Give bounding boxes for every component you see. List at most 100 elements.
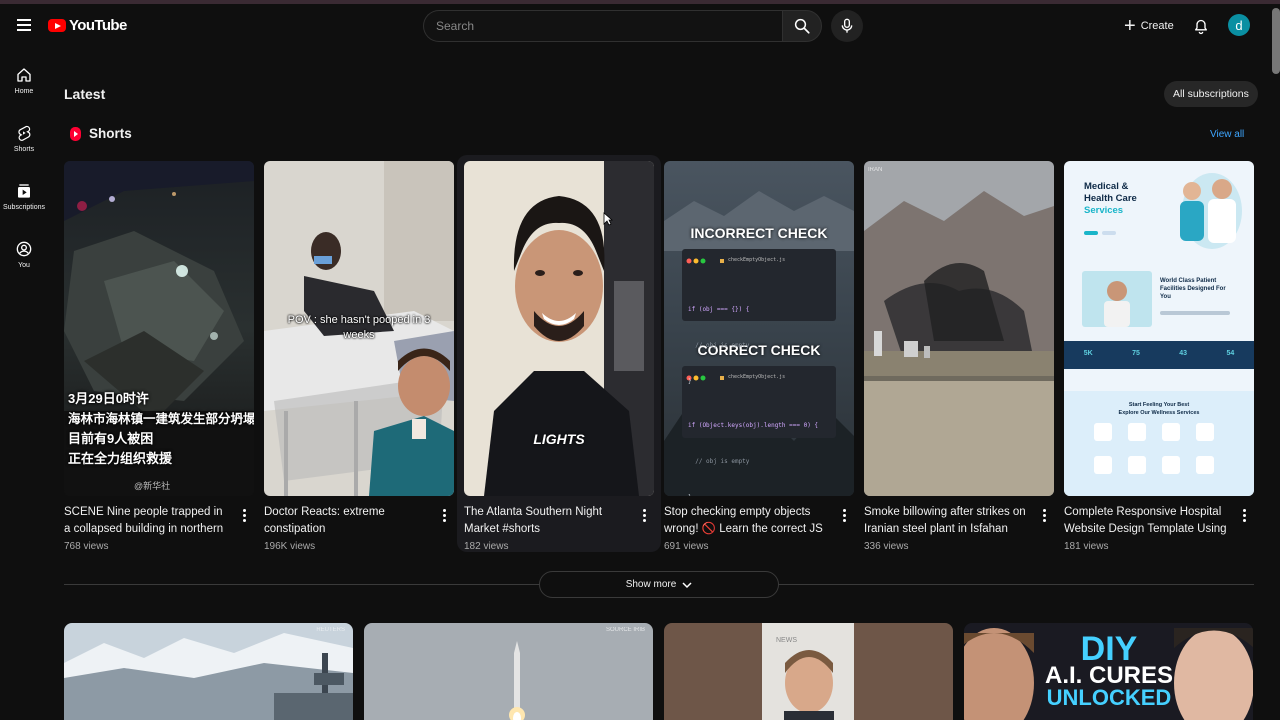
create-label: Create <box>1140 20 1174 32</box>
short-views: 181 views <box>1064 541 1109 552</box>
short-thumbnail[interactable]: INCORRECT CHECK CORRECT CHECK checkEmpty… <box>664 161 854 496</box>
microphone-icon <box>841 18 853 33</box>
more-actions-icon[interactable] <box>1238 506 1250 524</box>
guide-item-home[interactable]: Home <box>0 58 48 116</box>
short-title[interactable]: Doctor Reacts: extreme constipation <box>264 504 432 538</box>
more-actions-icon[interactable] <box>1038 506 1050 524</box>
short-thumbnail[interactable]: 3月29日0时许 海林市海林镇一建筑发生部分坍塌 目前有9人被困 正在全力组织救… <box>64 161 254 496</box>
guide-label: Shorts <box>13 146 35 153</box>
masthead: YouTube + Create d <box>0 4 1280 50</box>
short-thumbnail[interactable]: IRAN <box>864 161 1054 496</box>
short-title[interactable]: Stop checking empty objects wrong! 🚫 Lea… <box>664 504 832 538</box>
video-thumbnail[interactable]: NEWS <box>664 623 953 720</box>
short-views: 768 views <box>64 541 109 552</box>
search-button[interactable] <box>782 10 822 42</box>
shorts-shelf-title: Shorts <box>89 126 132 141</box>
bell-icon <box>1195 19 1207 34</box>
youtube-logo[interactable]: YouTube <box>48 17 127 34</box>
menu-icon[interactable] <box>12 14 36 38</box>
video-title-overlay: UNLOCKED <box>1046 685 1172 711</box>
short-meta: Complete Responsive Hospital Website Des… <box>1064 504 1254 552</box>
mockup-section-title: Explore Our Wellness Services <box>1118 410 1200 416</box>
guide-label: Subscriptions <box>2 204 46 211</box>
mockup-subheading: World Class Patient <box>1160 278 1217 284</box>
more-actions-icon[interactable] <box>438 506 450 524</box>
video-thumbnail[interactable]: DIY A.I. CURES UNLOCKED <box>964 623 1253 720</box>
short-card: 3月29日0时许 海林市海林镇一建筑发生部分坍塌 目前有9人被困 正在全力组织救… <box>64 161 254 552</box>
thumbnail-overlay-text: 3月29日0时许 <box>68 391 149 406</box>
short-title[interactable]: Smoke billowing after strikes on Iranian… <box>864 504 1032 538</box>
short-title[interactable]: The Atlanta Southern Night Market #short… <box>464 504 632 538</box>
video-title-overlay: DIY <box>1080 630 1138 668</box>
code-line: // obj is empty <box>688 458 750 465</box>
short-views: 196K views <box>264 541 316 552</box>
short-meta: Stop checking empty objects wrong! 🚫 Lea… <box>664 504 854 552</box>
short-thumbnail[interactable]: Medical & Health Care Services World Cla… <box>1064 161 1254 496</box>
short-thumbnail[interactable]: POV : she hasn't pooped in 3 weeks <box>264 161 454 496</box>
code-line: } <box>688 378 692 385</box>
shorts-icon <box>15 124 33 142</box>
thumbnail-overlay-text: 海林市海林镇一建筑发生部分坍塌 <box>68 412 254 426</box>
guide-item-shorts[interactable]: Shorts <box>0 116 48 174</box>
mockup-subheading: Facilities Designed For <box>1160 286 1226 292</box>
voice-search-button[interactable] <box>831 10 863 42</box>
short-meta: Smoke billowing after strikes on Iranian… <box>864 504 1054 552</box>
mockup-stat: 5K <box>1083 350 1093 357</box>
short-title[interactable]: Complete Responsive Hospital Website Des… <box>1064 504 1232 538</box>
short-meta: The Atlanta Southern Night Market #short… <box>464 504 654 552</box>
code-line: // obj is empty <box>688 342 750 349</box>
short-views: 336 views <box>864 541 909 552</box>
thumbnail-overlay-text: 目前有9人被困 <box>68 431 154 446</box>
guide-item-you[interactable]: You <box>0 232 48 290</box>
all-subscriptions-button[interactable]: All subscriptions <box>1164 81 1258 107</box>
mockup-stat: 75 <box>1132 350 1140 357</box>
guide-label: Home <box>14 88 34 95</box>
account-avatar[interactable]: d <box>1228 14 1250 36</box>
short-card: IRAN Smoke billowing after strikes on Ir… <box>864 161 1054 552</box>
short-thumbnail[interactable]: LIGHTS <box>464 161 654 496</box>
short-card: Medical & Health Care Services World Cla… <box>1064 161 1254 552</box>
youtube-play-icon <box>48 19 66 32</box>
video-source-watermark: REUTERS <box>316 627 345 633</box>
more-actions-icon[interactable] <box>638 506 650 524</box>
short-meta: Doctor Reacts: extreme constipation 196K… <box>264 504 454 552</box>
guide-item-subscriptions[interactable]: Subscriptions <box>0 174 48 232</box>
short-card: INCORRECT CHECK CORRECT CHECK checkEmpty… <box>664 161 854 552</box>
code-filename: checkEmptyObject.js <box>728 257 786 263</box>
logo-text: YouTube <box>69 17 127 34</box>
search-box <box>423 10 782 42</box>
video-source-watermark: SOURCE IRIB <box>605 627 645 633</box>
show-more-button[interactable]: Show more <box>539 571 779 598</box>
code-line: } <box>688 492 818 496</box>
short-views: 691 views <box>664 541 709 552</box>
short-title[interactable]: SCENE Nine people trapped in a collapsed… <box>64 504 232 538</box>
create-button[interactable]: + Create <box>1116 12 1182 40</box>
short-card-hovered: LIGHTS The Atlanta Southern Night Market… <box>457 155 661 552</box>
thumbnail-overlay-text: 正在全力组织救援 <box>68 451 173 466</box>
notifications-button[interactable] <box>1189 14 1213 38</box>
short-views: 182 views <box>464 541 509 552</box>
mini-guide: Home Shorts Subscriptions You <box>0 58 48 290</box>
subscriptions-icon <box>15 182 33 200</box>
thumbnail-watermark: @新华社 <box>134 481 171 491</box>
home-icon <box>15 66 33 84</box>
chevron-down-icon <box>682 581 692 588</box>
video-source-watermark: NEWS <box>776 637 797 644</box>
video-thumbnail[interactable]: REUTERS <box>64 623 353 720</box>
thumbnail-overlay-text: POV : she hasn't pooped in 3 weeks <box>287 314 431 341</box>
plus-icon: + <box>1124 15 1136 37</box>
shorts-logo-icon <box>70 126 81 141</box>
guide-label: You <box>18 262 30 269</box>
thumbnail-corner-text: IRAN <box>868 167 883 173</box>
code-line: if (Object.keys(obj).length === 0) { <box>688 422 819 429</box>
view-all-link[interactable]: View all <box>1210 129 1244 140</box>
short-card: POV : she hasn't pooped in 3 weeks Docto… <box>264 161 454 552</box>
mockup-subheading: You <box>1160 294 1171 300</box>
mockup-stat: 54 <box>1226 350 1235 357</box>
page-scrollbar[interactable] <box>1272 8 1280 74</box>
section-title-latest: Latest <box>64 86 106 102</box>
video-thumbnail[interactable]: SOURCE IRIB <box>364 623 653 720</box>
search-input[interactable] <box>424 11 782 41</box>
more-actions-icon[interactable] <box>838 506 850 524</box>
more-actions-icon[interactable] <box>238 506 250 524</box>
